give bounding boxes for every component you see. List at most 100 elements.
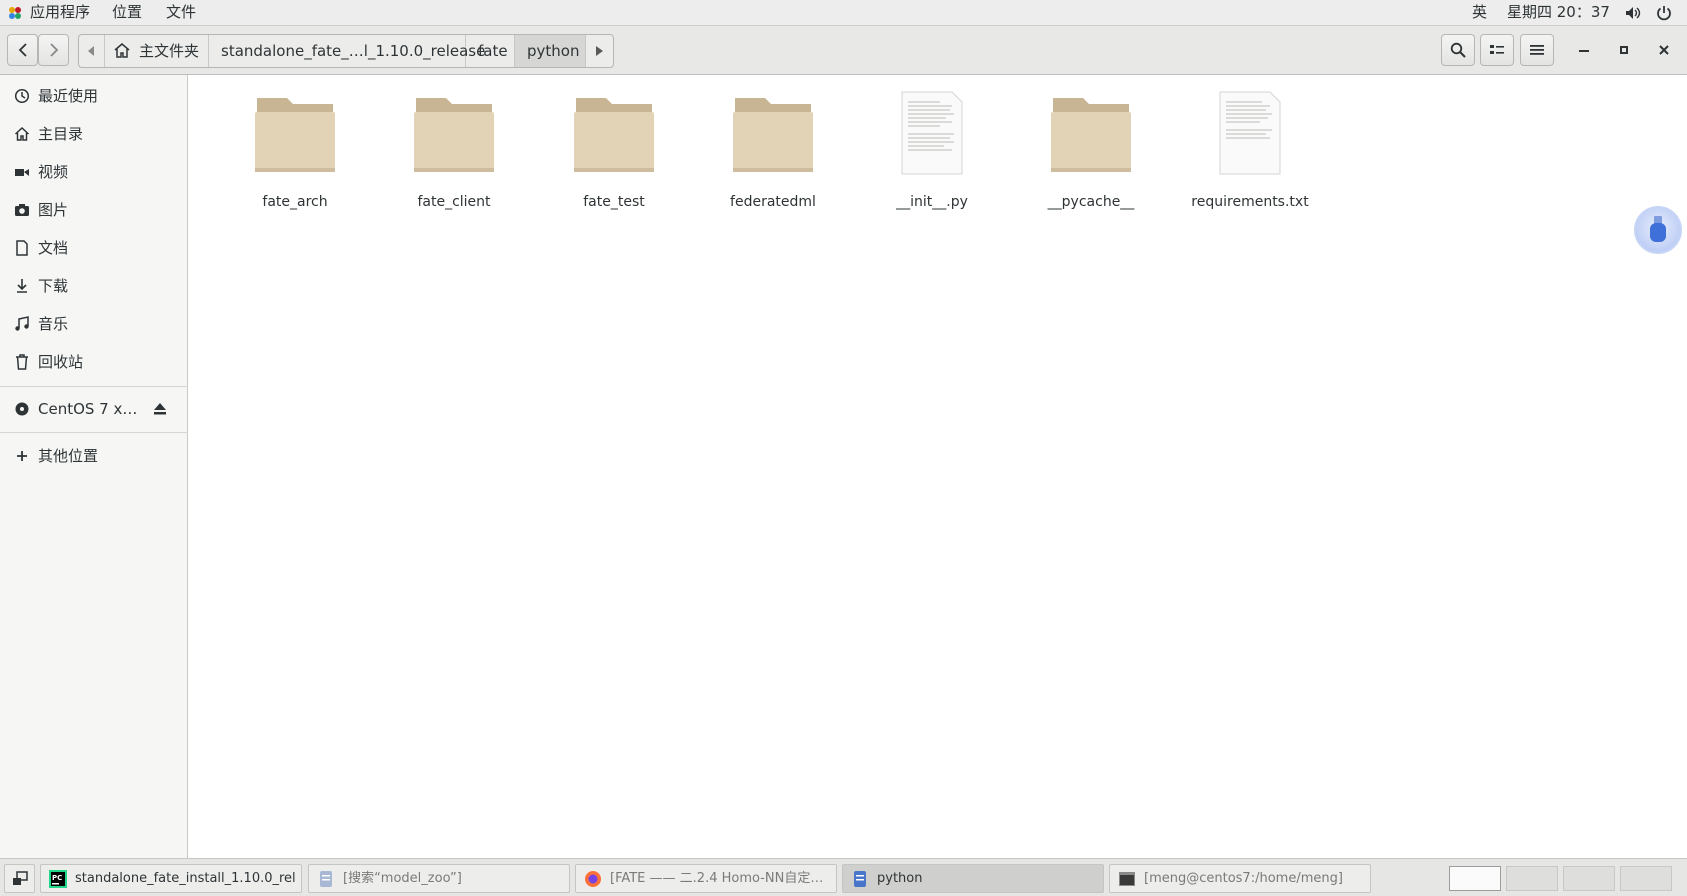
close-icon xyxy=(1659,45,1669,55)
taskbar: PC standalone_fate_install_1.10.0_rel… [… xyxy=(0,858,1687,896)
show-desktop-button[interactable] xyxy=(4,864,35,893)
breadcrumb-python[interactable]: python xyxy=(515,35,586,67)
sidebar-item-label: 下载 xyxy=(38,277,69,295)
minimize-icon xyxy=(1579,50,1589,52)
sidebar-item-home[interactable]: 主目录 xyxy=(0,116,188,152)
file-name: fate_client xyxy=(417,194,491,210)
sidebar-item-label: 其他位置 xyxy=(38,447,99,465)
sidebar-item-trash[interactable]: 回收站 xyxy=(0,344,188,380)
firefox-icon xyxy=(585,871,601,887)
apps-menu-icon xyxy=(9,7,21,19)
task-firefox[interactable]: [FATE —— 二.2.4 Homo-NN自定… xyxy=(575,864,837,893)
list-view-icon xyxy=(1490,45,1504,54)
file-item-fate-test[interactable]: fate_test xyxy=(544,86,684,210)
input-method-indicator[interactable]: 英 xyxy=(1472,0,1487,26)
sidebar: 最近使用 主目录 视频 图片 文档 下载 音乐 回收站 CentOS 7 x… … xyxy=(0,75,188,858)
file-item-requirements-txt[interactable]: requirements.txt xyxy=(1180,86,1320,210)
view-toggle-button[interactable] xyxy=(1480,34,1514,66)
sidebar-item-centos-disc[interactable]: CentOS 7 x… xyxy=(0,391,188,427)
file-item-init-py[interactable]: __init__.py xyxy=(862,86,1002,210)
task-pycharm[interactable]: PC standalone_fate_install_1.10.0_rel… xyxy=(40,864,302,893)
download-icon xyxy=(17,279,27,293)
sidebar-item-label: 最近使用 xyxy=(38,87,99,105)
workspace-4[interactable] xyxy=(1620,866,1672,891)
places-menu[interactable]: 位置 xyxy=(112,0,142,26)
files-icon xyxy=(320,871,332,887)
breadcrumb-home[interactable]: 主文件夹 xyxy=(105,35,209,67)
pycharm-icon: PC xyxy=(49,870,67,888)
search-button[interactable] xyxy=(1441,34,1475,66)
breadcrumb-fate[interactable]: fate xyxy=(466,35,515,67)
sidebar-item-label: 视频 xyxy=(38,163,69,181)
sidebar-item-downloads[interactable]: 下载 xyxy=(0,268,188,304)
task-label: standalone_fate_install_1.10.0_rel… xyxy=(75,871,297,886)
chevron-left-icon xyxy=(18,43,27,57)
eject-icon[interactable] xyxy=(153,402,167,416)
breadcrumb-label: fate xyxy=(478,42,508,60)
usb-device-indicator[interactable] xyxy=(1634,206,1682,254)
sidebar-item-videos[interactable]: 视频 xyxy=(0,154,188,190)
file-name: __init__.py xyxy=(896,194,968,210)
folder-icon xyxy=(414,98,494,172)
home-icon xyxy=(14,126,30,141)
breadcrumb-label: 主文件夹 xyxy=(139,42,200,60)
breadcrumb-scroll-right[interactable] xyxy=(586,35,613,67)
svg-text:PC: PC xyxy=(52,874,62,882)
sidebar-divider xyxy=(0,432,188,433)
sidebar-item-documents[interactable]: 文档 xyxy=(0,230,188,266)
sidebar-item-pictures[interactable]: 图片 xyxy=(0,192,188,228)
breadcrumb-scroll-left[interactable] xyxy=(79,35,105,67)
task-python-files[interactable]: python xyxy=(842,864,1104,893)
folder-icon xyxy=(574,98,654,172)
minimize-button[interactable] xyxy=(1570,36,1598,64)
menu-button[interactable] xyxy=(1520,34,1554,66)
files-icon xyxy=(854,871,866,887)
workspace-1[interactable] xyxy=(1449,866,1501,891)
file-item-fate-client[interactable]: fate_client xyxy=(384,86,524,210)
file-grid: fate_arch fate_client fate_test federate… xyxy=(189,76,1687,858)
breadcrumb-label: standalone_fate_…l_1.10.0_release xyxy=(221,42,486,60)
task-label: [FATE —— 二.2.4 Homo-NN自定… xyxy=(610,871,824,886)
sidebar-item-label: 回收站 xyxy=(38,353,84,371)
maximize-icon xyxy=(1620,46,1628,54)
back-button[interactable] xyxy=(7,34,38,66)
sidebar-item-label: 图片 xyxy=(38,201,69,219)
clock[interactable]: 星期四 20：37 xyxy=(1507,0,1610,26)
trash-icon xyxy=(16,354,28,370)
workspace-2[interactable] xyxy=(1506,866,1558,891)
sidebar-item-music[interactable]: 音乐 xyxy=(0,306,188,342)
file-item-fate-arch[interactable]: fate_arch xyxy=(225,86,365,210)
task-label: [搜索“model_zoo”] xyxy=(343,871,462,886)
file-item-pycache[interactable]: __pycache__ xyxy=(1021,86,1161,210)
file-menu[interactable]: 文件 xyxy=(166,0,196,26)
document-icon xyxy=(16,240,28,256)
apps-menu[interactable]: 应用程序 xyxy=(30,0,90,26)
sidebar-item-label: CentOS 7 x… xyxy=(38,400,138,418)
sidebar-item-other-locations[interactable]: 其他位置 xyxy=(0,438,188,474)
folder-icon xyxy=(1051,98,1131,172)
hamburger-icon xyxy=(1530,45,1544,55)
breadcrumb-release-folder[interactable]: standalone_fate_…l_1.10.0_release xyxy=(209,35,485,67)
volume-icon[interactable] xyxy=(1625,6,1641,20)
file-name: fate_test xyxy=(583,194,645,210)
maximize-button[interactable] xyxy=(1610,36,1638,64)
file-name: requirements.txt xyxy=(1191,194,1309,210)
disc-icon xyxy=(15,402,29,416)
recent-icon xyxy=(14,88,30,104)
close-button[interactable] xyxy=(1650,36,1678,64)
task-label: [meng@centos7:/home/meng] xyxy=(1144,871,1343,886)
task-label: python xyxy=(877,871,923,886)
music-icon xyxy=(15,316,29,331)
forward-button[interactable] xyxy=(38,34,69,66)
terminal-icon xyxy=(1119,872,1135,886)
video-icon xyxy=(15,169,29,176)
workspace-3[interactable] xyxy=(1563,866,1615,891)
sidebar-item-recent[interactable]: 最近使用 xyxy=(0,78,188,114)
power-icon[interactable] xyxy=(1656,5,1672,21)
task-search-model-zoo[interactable]: [搜索“model_zoo”] xyxy=(308,864,570,893)
triangle-right-icon xyxy=(596,46,603,56)
file-item-federatedml[interactable]: federatedml xyxy=(703,86,843,210)
text-file-icon xyxy=(901,91,963,175)
usb-icon xyxy=(1650,216,1666,242)
task-terminal[interactable]: [meng@centos7:/home/meng] xyxy=(1109,864,1371,893)
